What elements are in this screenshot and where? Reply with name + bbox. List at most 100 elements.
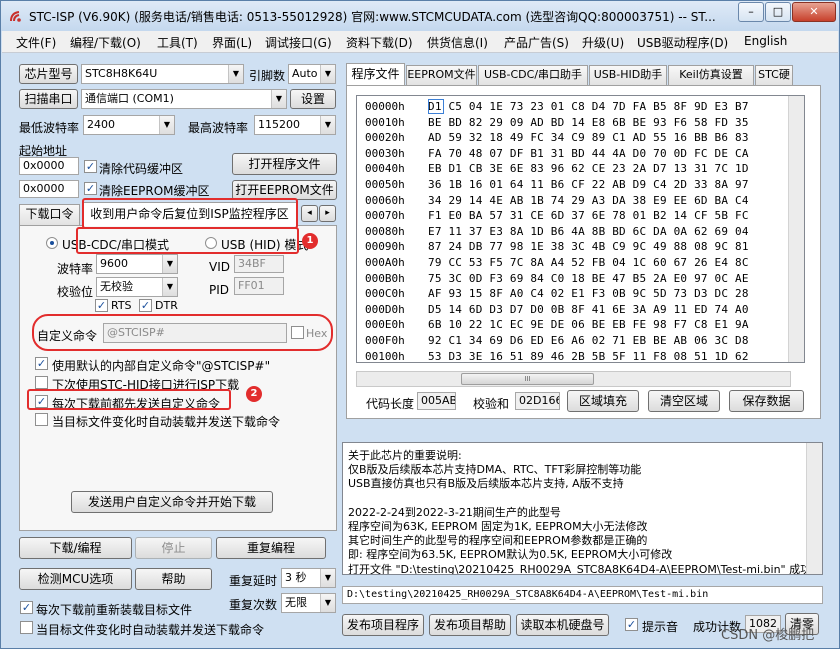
usb-hid-mode-radio[interactable]	[205, 237, 217, 249]
beep-label: 提示音	[642, 620, 679, 634]
checksum-value: 02D166	[515, 392, 560, 410]
app-window: STC-ISP (V6.90K) (服务电话/销售电话: 0513-550129…	[0, 0, 840, 649]
publish-help-button[interactable]: 发布项目帮助	[429, 614, 511, 636]
chevron-down-icon: ▼	[320, 116, 335, 134]
reload-before-download-checkbox[interactable]: ✓	[20, 601, 33, 614]
detect-mcu-button[interactable]: 检测MCU选项	[19, 568, 132, 590]
vid-input[interactable]: 34BF	[234, 255, 284, 273]
window-title: STC-ISP (V6.90K) (服务电话/销售电话: 0513-550129…	[29, 10, 716, 24]
menu-product-ads[interactable]: 产品广告(S)	[504, 34, 569, 51]
code-address-input[interactable]: 0x0000	[19, 157, 79, 175]
repeat-program-button[interactable]: 重复编程	[216, 537, 326, 559]
pin-count-value: Auto	[292, 67, 318, 80]
scan-port-button[interactable]: 扫描串口	[19, 89, 78, 109]
min-baud-label: 最低波特率	[19, 121, 80, 135]
pid-input[interactable]: FF01	[234, 277, 284, 295]
rts-checkbox[interactable]: ✓	[95, 299, 108, 312]
send-before-download-checkbox[interactable]: ✓	[35, 395, 48, 408]
stc-hid-next-checkbox[interactable]	[35, 376, 48, 389]
tab-download-password[interactable]: 下载口令	[19, 204, 80, 225]
stop-button[interactable]: 停止	[135, 537, 212, 559]
read-disk-id-button[interactable]: 读取本机硬盘号	[516, 614, 609, 636]
comm-port-select[interactable]: 通信端口 (COM1) ▼	[81, 89, 287, 109]
hex-row-bytes: D5 14 6D D3 D7 D0 0B 8F 41 6E 3A A9 11 E…	[428, 302, 749, 316]
usb-cdc-mode-radio[interactable]	[46, 237, 58, 249]
hex-row-bytes: 6B 10 22 1C EC 9E DE 06 BE EB FE 98 F7 C…	[428, 318, 749, 332]
send-command-and-download-button[interactable]: 发送用户自定义命令并开始下载	[71, 491, 273, 513]
auto-send-on-change-checkbox[interactable]	[20, 621, 33, 634]
chip-model-button[interactable]: 芯片型号	[19, 64, 78, 84]
menu-downloads[interactable]: 资料下载(D)	[346, 34, 413, 51]
hex-hscroll-thumb[interactable]: III	[461, 373, 594, 385]
minimize-button[interactable]: –	[738, 2, 764, 22]
default-command-checkbox[interactable]: ✓	[35, 357, 48, 370]
tab-usb-hid[interactable]: USB-HID助手	[589, 65, 667, 85]
beep-checkbox[interactable]: ✓	[625, 618, 638, 631]
maximize-button[interactable]: □	[765, 2, 791, 22]
eeprom-address-input[interactable]: 0x0000	[19, 180, 79, 198]
auto-load-send-checkbox[interactable]	[35, 413, 48, 426]
repeat-delay-value: 3 秒	[285, 571, 307, 584]
tab-reset-to-isp[interactable]: 收到用户命令后复位到ISP监控程序区	[82, 202, 297, 226]
repeat-count-select[interactable]: 无限 ▼	[281, 593, 336, 613]
hex-row-address: 00020h	[365, 131, 405, 145]
min-baud-select[interactable]: 2400 ▼	[83, 115, 175, 135]
tab-keil-simulation[interactable]: Keil仿真设置	[668, 65, 754, 85]
menu-english[interactable]: English	[744, 34, 787, 48]
chevron-down-icon: ▼	[159, 116, 174, 134]
menu-usb-driver[interactable]: USB驱动程序(D)	[637, 34, 728, 51]
hex-vertical-scrollbar[interactable]	[788, 96, 804, 362]
fill-area-button[interactable]: 区域填充	[567, 390, 639, 412]
menu-debug-interface[interactable]: 调试接口(G)	[265, 34, 332, 51]
menu-program-download[interactable]: 编程/下载(O)	[70, 34, 141, 51]
save-data-button[interactable]: 保存数据	[729, 390, 804, 412]
tab-usb-cdc-serial[interactable]: USB-CDC/串口助手	[478, 65, 588, 85]
max-baud-label: 最高波特率	[188, 121, 249, 135]
hex-row-bytes: BE BD 82 29 09 AD BD 14 E8 6B BE 93 F6 5…	[428, 115, 749, 129]
pin-count-select[interactable]: Auto ▼	[288, 64, 336, 84]
menu-supply-info[interactable]: 供货信息(I)	[427, 34, 488, 51]
hex-row-address: 00040h	[365, 162, 405, 176]
chevron-down-icon: ▼	[228, 65, 243, 83]
menu-tools[interactable]: 工具(T)	[157, 34, 198, 51]
clear-area-button[interactable]: 清空区域	[648, 390, 720, 412]
menu-upgrade[interactable]: 升级(U)	[582, 34, 624, 51]
tab-scroll-right-button[interactable]: ▸	[319, 205, 336, 222]
hex-horizontal-scrollbar[interactable]: III	[356, 371, 791, 387]
tab-stc-hardware[interactable]: STC硬	[755, 65, 793, 85]
hex-row-bytes: AF 93 15 8F A0 C4 02 E1 F3 0B 9C 5D 73 D…	[428, 287, 749, 301]
hex-row-bytes: 36 1B 16 01 64 11 B6 CF 22 AB D9 C4 2D 3…	[428, 178, 749, 191]
baud-label: 波特率	[57, 262, 94, 276]
menu-interface[interactable]: 界面(L)	[212, 34, 252, 51]
parity-select[interactable]: 无校验 ▼	[96, 277, 178, 297]
dtr-checkbox[interactable]: ✓	[139, 299, 152, 312]
open-eeprom-file-button[interactable]: 打开EEPROM文件	[232, 180, 337, 200]
tab-scroll-left-button[interactable]: ◂	[301, 205, 318, 222]
hex-editor[interactable]: 00000h D1 C5 04 1E 73 23 01 C8 D4 7D FA B…	[356, 95, 805, 363]
baud-select[interactable]: 9600 ▼	[96, 254, 178, 274]
close-button[interactable]: ✕	[792, 2, 836, 22]
min-baud-value: 2400	[87, 118, 115, 131]
log-output[interactable]: 关于此芯片的重要说明: 仅B版及后续版本芯片支持DMA、RTC、TFT彩屏控制等…	[342, 442, 823, 575]
usb-hid-mode-label: USB (HID) 模式	[221, 238, 309, 252]
hex-row-address: 000D0h	[365, 302, 405, 316]
open-program-file-button[interactable]: 打开程序文件	[232, 153, 337, 175]
publish-program-button[interactable]: 发布项目程序	[342, 614, 424, 636]
annotation-badge-1: 1	[302, 233, 318, 249]
menu-file[interactable]: 文件(F)	[16, 34, 56, 51]
clear-code-buffer-checkbox[interactable]: ✓	[84, 160, 97, 173]
chevron-down-icon: ▼	[162, 255, 177, 273]
max-baud-select[interactable]: 115200 ▼	[254, 115, 336, 135]
download-program-button[interactable]: 下载/编程	[19, 537, 132, 559]
help-button[interactable]: 帮助	[135, 568, 212, 590]
clear-eeprom-buffer-checkbox[interactable]: ✓	[84, 182, 97, 195]
tab-program-file[interactable]: 程序文件	[346, 63, 405, 85]
settings-button[interactable]: 设置	[290, 89, 336, 109]
auto-send-on-change-label: 当目标文件变化时自动装载并发送下载命令	[36, 623, 265, 637]
repeat-delay-select[interactable]: 3 秒 ▼	[281, 568, 336, 588]
hex-checkbox[interactable]	[291, 326, 304, 339]
tab-eeprom-file[interactable]: EEPROM文件	[406, 65, 477, 85]
log-vertical-scrollbar[interactable]	[806, 443, 822, 574]
custom-command-input[interactable]: @STCISP#	[103, 323, 287, 343]
chip-model-select[interactable]: STC8H8K64U ▼	[81, 64, 244, 84]
